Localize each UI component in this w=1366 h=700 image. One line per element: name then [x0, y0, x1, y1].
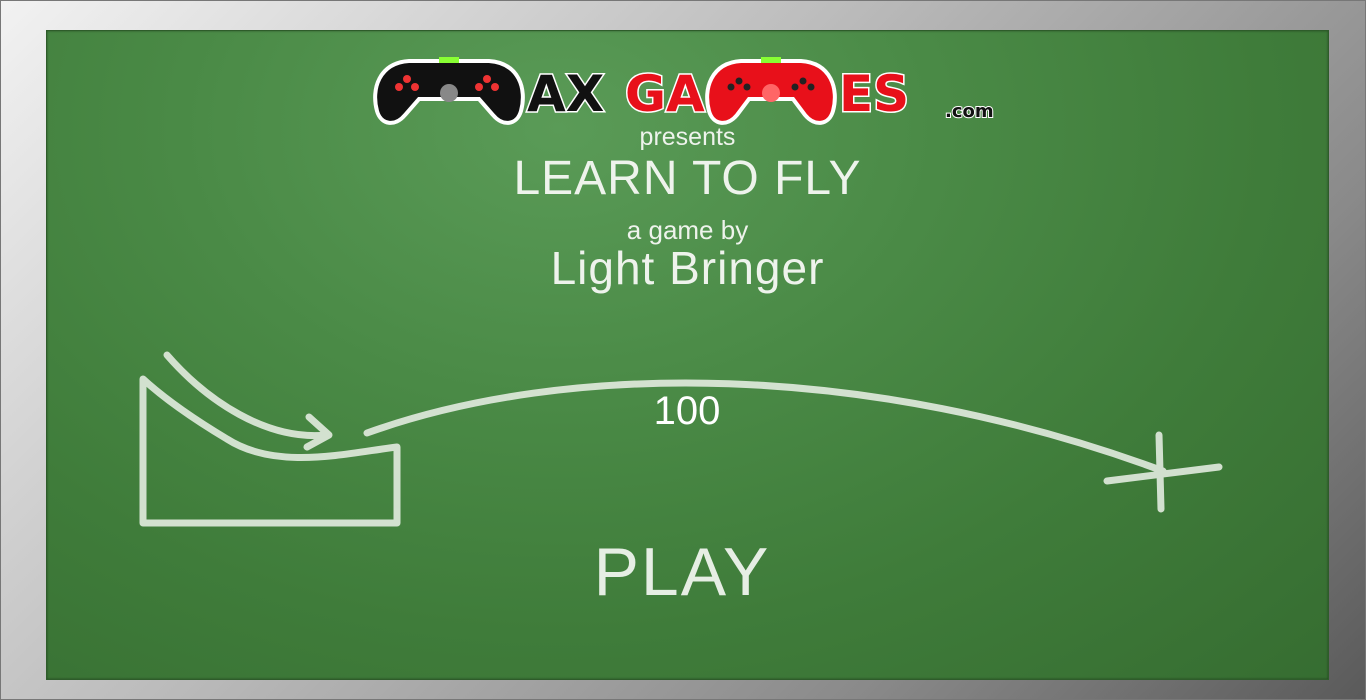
ramp-outline [139, 375, 401, 527]
play-button[interactable]: PLAY [527, 529, 837, 615]
slide-arrow-head [303, 413, 333, 451]
chalkboard: AX GA ES .com presents LEARN TO FLY a ga… [46, 30, 1329, 680]
distance-label: 100 [653, 389, 721, 433]
flight-arc [363, 379, 1167, 475]
slide-arrow [163, 351, 331, 440]
